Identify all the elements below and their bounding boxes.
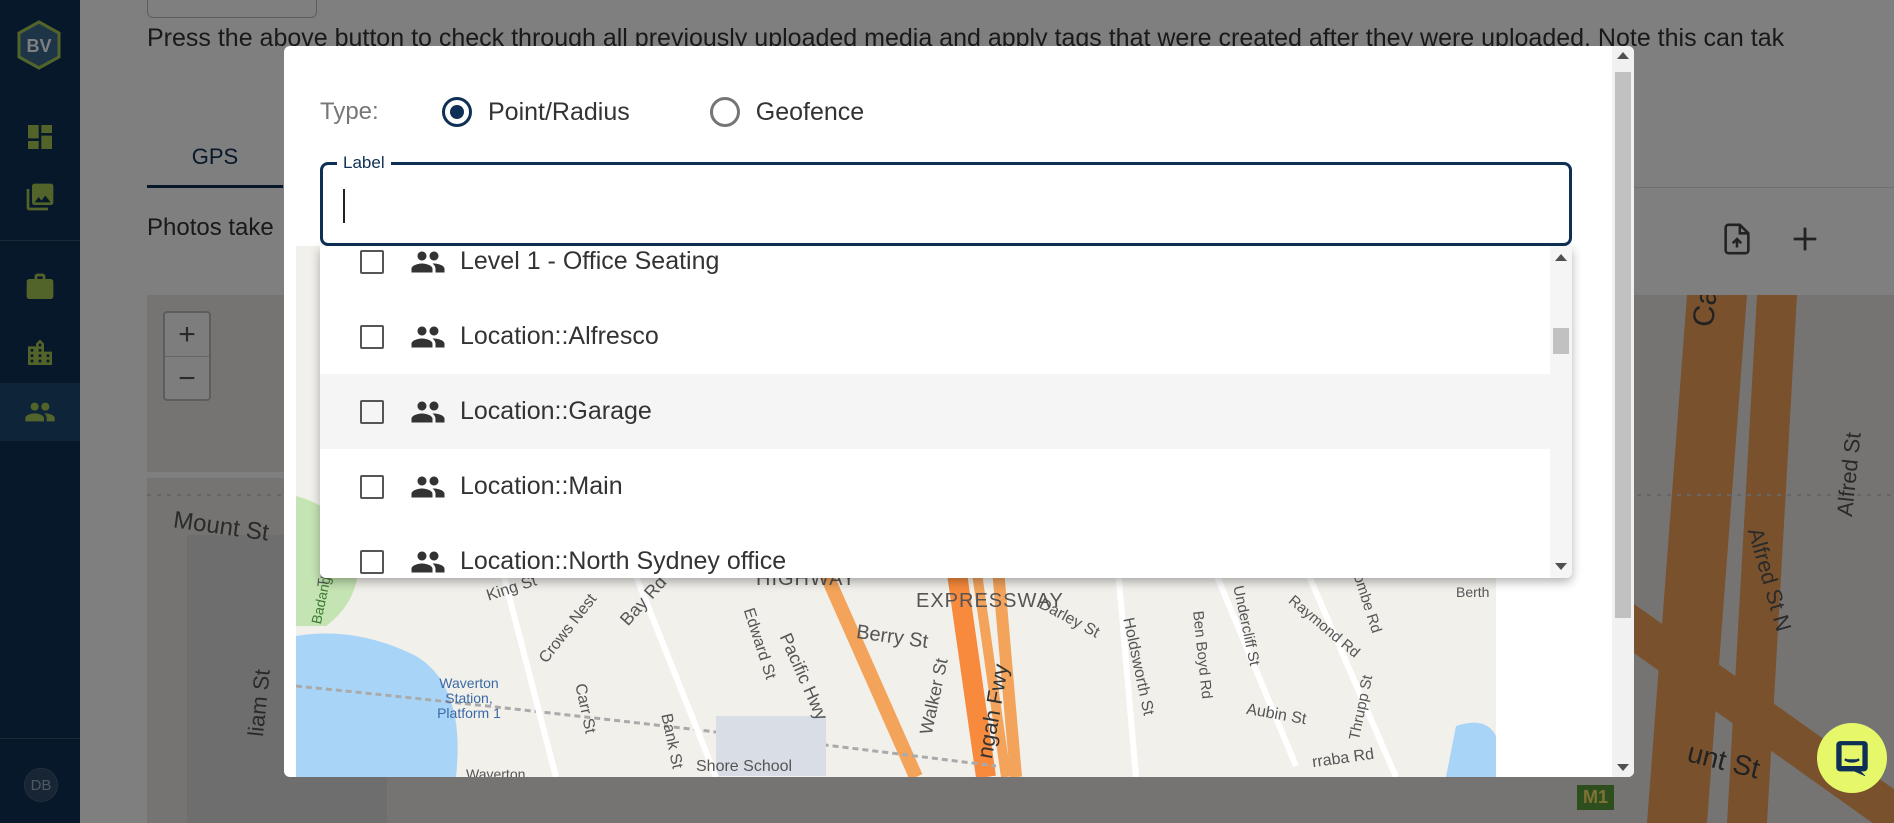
list-item-label: Location::Alfresco bbox=[460, 322, 659, 350]
list-item[interactable]: Location::Garage bbox=[320, 374, 1550, 449]
label-field-legend: Label bbox=[337, 153, 391, 173]
radio-checked-icon bbox=[442, 97, 472, 127]
group-icon bbox=[411, 251, 445, 272]
group-icon bbox=[411, 326, 445, 347]
label-input[interactable] bbox=[339, 183, 1539, 227]
map-label: Berth bbox=[1456, 584, 1490, 600]
type-selector: Type: Point/Radius Geofence bbox=[320, 92, 944, 132]
radio-point-radius[interactable]: Point/Radius bbox=[442, 97, 630, 127]
group-icon bbox=[411, 551, 445, 572]
label-field[interactable]: Label bbox=[320, 153, 1572, 246]
list-item-label: Location::Garage bbox=[460, 397, 652, 425]
checkbox[interactable] bbox=[360, 399, 384, 424]
scroll-down-icon[interactable] bbox=[1617, 764, 1629, 771]
dropdown-scrollbar[interactable] bbox=[1550, 246, 1572, 578]
checkbox[interactable] bbox=[360, 249, 384, 274]
scroll-up-icon[interactable] bbox=[1555, 254, 1567, 261]
radio-geofence[interactable]: Geofence bbox=[709, 97, 865, 127]
list-item-label: Location::Main bbox=[460, 472, 623, 500]
text-caret bbox=[343, 189, 345, 223]
label-autocomplete-list: Level 1 - Office Seating Location::Alfre… bbox=[320, 246, 1572, 578]
list-item[interactable]: Location::Main bbox=[320, 449, 1550, 524]
map-label: Waverton bbox=[466, 766, 526, 777]
group-icon bbox=[411, 476, 445, 497]
map-label: Shore School bbox=[696, 758, 793, 775]
radio-label: Geofence bbox=[755, 97, 865, 126]
geotag-modal: Type: Point/Radius Geofence HIGHWAY EXPR… bbox=[284, 46, 1634, 777]
chat-launcher-button[interactable] bbox=[1817, 723, 1887, 793]
list-item[interactable]: Level 1 - Office Seating bbox=[320, 246, 1550, 299]
scroll-up-icon[interactable] bbox=[1617, 52, 1629, 59]
scroll-thumb[interactable] bbox=[1553, 328, 1569, 354]
list-item[interactable]: Location::North Sydney office bbox=[320, 524, 1550, 578]
checkbox[interactable] bbox=[360, 324, 384, 349]
list-item-label: Level 1 - Office Seating bbox=[460, 247, 720, 275]
scroll-thumb[interactable] bbox=[1615, 72, 1631, 618]
chat-icon bbox=[1836, 741, 1868, 777]
map-label: Waverton Station, Platform 1 bbox=[437, 675, 501, 721]
radio-label: Point/Radius bbox=[488, 97, 630, 126]
group-icon bbox=[411, 401, 445, 422]
list-item-label: Location::North Sydney office bbox=[460, 547, 787, 575]
checkbox[interactable] bbox=[360, 474, 384, 499]
list-item[interactable]: Location::Alfresco bbox=[320, 299, 1550, 374]
scroll-down-icon[interactable] bbox=[1555, 563, 1567, 570]
radio-unchecked-icon bbox=[709, 97, 740, 127]
checkbox[interactable] bbox=[360, 549, 384, 574]
type-label: Type: bbox=[320, 98, 379, 125]
modal-scrollbar[interactable] bbox=[1612, 46, 1634, 777]
